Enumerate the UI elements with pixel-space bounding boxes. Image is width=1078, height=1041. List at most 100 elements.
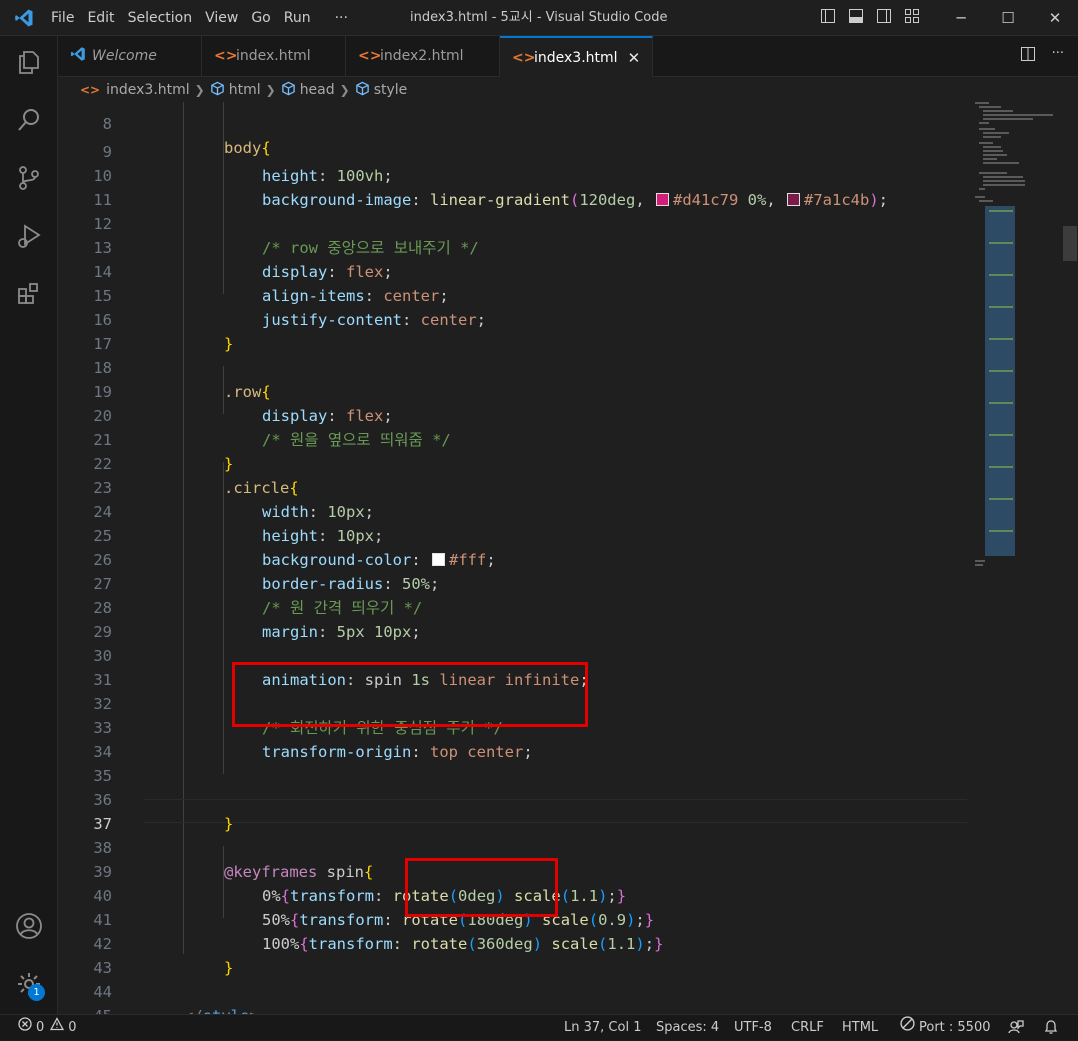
code-line: 22 .circle{ — [58, 428, 1078, 497]
code-line: 14 align-items: center; — [58, 236, 1078, 305]
highlight-box-transform-origin — [232, 662, 588, 727]
code-line: 20 /* 원을 옆으로 띄워줌 */ — [58, 380, 1078, 449]
breadcrumb-html-label: html — [228, 82, 261, 98]
tab-index3-html[interactable]: <> index3.html ✕ — [500, 36, 653, 77]
code-line: 24 height: 10px; — [58, 476, 1078, 545]
chevron-right-icon: ❯ — [339, 83, 350, 97]
breadcrumb-file[interactable]: <> index3.html — [80, 82, 190, 98]
run-and-debug-icon[interactable] — [10, 217, 48, 255]
toggle-panel-icon[interactable] — [848, 8, 864, 24]
live-server-port[interactable]: Port : 5500 — [900, 1015, 991, 1041]
html-icon: <> — [512, 49, 536, 66]
feedback-icon[interactable] — [1008, 1019, 1024, 1035]
tab-label: Welcome — [92, 48, 157, 64]
menu-file[interactable]: File — [48, 0, 81, 36]
code-line: 38 @keyframes spin{ — [58, 812, 1078, 881]
breadcrumb: <> index3.html ❯ html ❯ head ❯ style — [58, 78, 1078, 102]
code-line: 29 — [58, 596, 1078, 641]
code-line: 30 animation: spin 1s linear infinite; — [58, 620, 1078, 689]
code-line: 10 background-image: linear-gradient(120… — [58, 140, 1078, 209]
breadcrumb-head[interactable]: head — [281, 81, 335, 100]
scrollbar-thumb[interactable] — [1063, 226, 1077, 261]
minimize-button[interactable]: ─ — [938, 0, 984, 36]
source-control-icon[interactable] — [10, 159, 48, 197]
element-cube-icon — [281, 81, 296, 100]
tab-label: index.html — [236, 48, 311, 64]
close-tab-icon[interactable]: ✕ — [628, 49, 641, 67]
split-editor-icon[interactable] — [1020, 46, 1036, 66]
breadcrumb-style[interactable]: style — [355, 81, 408, 100]
close-window-button[interactable]: ✕ — [1032, 0, 1078, 36]
line-ending[interactable]: CRLF — [791, 1015, 824, 1041]
code-line: 9 height: 100vh; — [58, 116, 1078, 185]
layout-controls — [820, 8, 920, 24]
extensions-icon[interactable] — [10, 275, 48, 313]
problems-indicator[interactable]: 0 0 — [18, 1015, 77, 1041]
code-line: 8 body{ — [58, 102, 1078, 157]
tab-index2-html[interactable]: <> index2.html — [346, 36, 500, 76]
toggle-secondary-sidebar-icon[interactable] — [876, 8, 892, 24]
breadcrumb-file-label: index3.html — [106, 82, 190, 98]
maximize-button[interactable]: ☐ — [985, 0, 1031, 36]
menu-go[interactable]: Go — [245, 0, 277, 36]
tab-bar: Welcome <> index.html <> index2.html <> … — [58, 36, 1078, 77]
menu-run[interactable]: Run — [278, 0, 318, 36]
window-title: index3.html - 5교시 - Visual Studio Code — [410, 10, 668, 25]
customize-layout-icon[interactable] — [904, 8, 920, 24]
code-line: 28 margin: 5px 10px; — [58, 572, 1078, 641]
port-label: Port : 5500 — [919, 1020, 991, 1035]
code-line: 16 } — [58, 284, 1078, 353]
code-line: 11 — [58, 164, 1078, 209]
tab-index-html[interactable]: <> index.html — [202, 36, 346, 76]
activity-bar: 1 — [0, 36, 58, 1014]
code-line: 13 display: flex; — [58, 212, 1078, 281]
more-actions-icon[interactable]: ··· — [1052, 46, 1064, 66]
code-line: 15 justify-content: center; — [58, 260, 1078, 329]
minimap[interactable] — [975, 102, 1063, 572]
code-line: 19 display: flex; — [58, 356, 1078, 425]
accounts-icon[interactable] — [10, 907, 48, 945]
search-icon[interactable] — [10, 101, 48, 139]
vscode-icon — [70, 46, 85, 66]
menu-more[interactable]: ··· — [318, 0, 355, 36]
encoding[interactable]: UTF-8 — [734, 1015, 772, 1041]
menu-selection[interactable]: Selection — [122, 0, 200, 36]
code-line: 25 background-color: #fff; — [58, 500, 1078, 569]
notifications-bell-icon[interactable] — [1043, 1019, 1059, 1035]
tab-label: index3.html — [534, 49, 618, 66]
html-icon: <> — [214, 48, 238, 64]
element-cube-icon — [355, 81, 370, 100]
html-icon: <> — [358, 48, 382, 64]
code-editor[interactable]: 8 body{ 9 height: 100vh; 10 background-i… — [58, 102, 1078, 1014]
language-mode[interactable]: HTML — [842, 1015, 878, 1041]
menu-edit[interactable]: Edit — [81, 0, 121, 36]
code-line: 44 </style> — [58, 956, 1078, 1014]
line-number: 45 — [58, 1004, 112, 1014]
code-line: 43 — [58, 932, 1078, 977]
live-server-icon — [900, 1015, 915, 1041]
tab-welcome[interactable]: Welcome — [58, 36, 202, 76]
breadcrumb-html[interactable]: html — [210, 81, 261, 100]
indentation[interactable]: Spaces: 4 — [656, 1015, 719, 1041]
warning-icon — [50, 1015, 65, 1041]
code-line: 35 — [58, 740, 1078, 785]
code-line: 40 50%{transform: rotate(180deg) scale(0… — [58, 860, 1078, 929]
editor-actions: ··· — [1020, 46, 1064, 66]
breadcrumb-head-label: head — [299, 82, 335, 98]
warning-count: 0 — [68, 1020, 77, 1035]
cursor-position[interactable]: Ln 37, Col 1 — [564, 1015, 641, 1041]
settings-badge: 1 — [28, 984, 45, 1001]
vscode-logo-icon[interactable] — [0, 0, 48, 36]
code-line: 42 } — [58, 908, 1078, 977]
code-line: 37 — [58, 788, 1078, 833]
code-line: 12 /* row 중앙으로 보내주기 */ — [58, 188, 1078, 257]
breadcrumb-style-label: style — [373, 82, 408, 98]
explorer-icon[interactable] — [10, 43, 48, 81]
toggle-primary-sidebar-icon[interactable] — [820, 8, 836, 24]
code-line: 39 0%{transform: rotate(0deg) scale(1.1)… — [58, 836, 1078, 905]
code-line: 45 </head> — [58, 980, 1078, 1014]
code-line: 36 } — [58, 764, 1078, 833]
code-line: 17 — [58, 308, 1078, 353]
error-icon — [18, 1015, 32, 1041]
menu-view[interactable]: View — [199, 0, 245, 36]
